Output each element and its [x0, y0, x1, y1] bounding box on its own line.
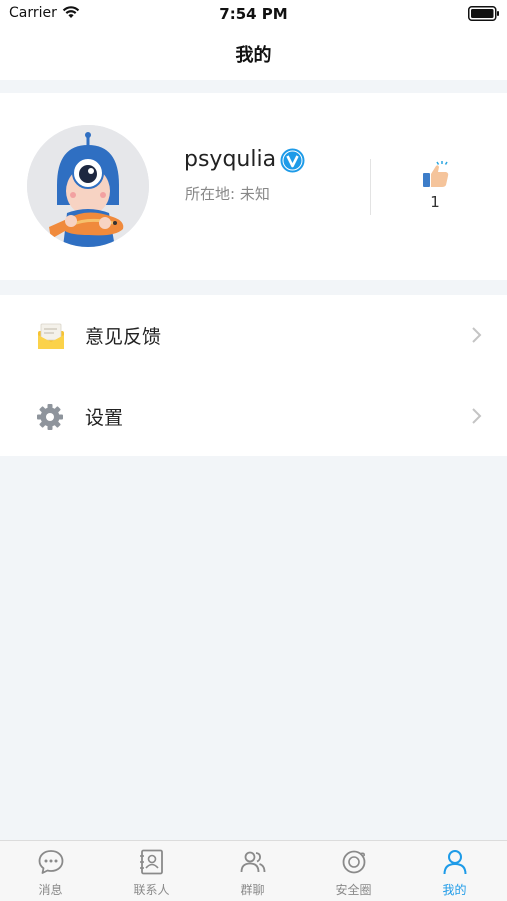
like-counter[interactable]: 1 [410, 161, 460, 211]
page-title: 我的 [235, 45, 272, 66]
like-count: 1 [430, 193, 440, 211]
person-icon [443, 850, 467, 875]
tab-label: 消息 [38, 883, 63, 897]
avatar[interactable] [27, 125, 149, 247]
tab-label: 我的 [442, 883, 467, 897]
chat-bubble-icon [38, 850, 64, 874]
verified-v-icon [280, 148, 305, 173]
menu-list: 意见反馈 设置 [0, 295, 507, 456]
planet-icon [342, 850, 366, 874]
navigation-bar: 我的 [0, 28, 507, 80]
username: psyqulia [184, 147, 277, 172]
tab-label: 群聊 [240, 883, 265, 897]
chevron-right-icon [472, 408, 482, 424]
tab-messages[interactable]: 消息 [0, 841, 101, 901]
status-bar: Carrier 7:54 PM [0, 0, 507, 28]
settings-label: 设置 [85, 407, 124, 429]
profile-divider [370, 159, 371, 215]
tab-bar: 消息 联系人 群聊 安全圈 我的 [0, 840, 507, 901]
group-icon [240, 851, 266, 873]
gear-icon [37, 404, 63, 430]
chevron-right-icon [472, 327, 482, 343]
status-time: 7:54 PM [219, 5, 288, 23]
contacts-book-icon [140, 849, 163, 875]
envelope-icon [38, 323, 64, 349]
profile-card[interactable]: psyqulia 所在地: 未知 1 [0, 93, 507, 280]
battery-icon [468, 6, 499, 21]
settings-menu-item[interactable]: 设置 [0, 376, 507, 456]
location-text: 所在地: 未知 [185, 185, 270, 203]
tab-me[interactable]: 我的 [404, 841, 505, 901]
feedback-label: 意见反馈 [85, 326, 162, 348]
tab-label: 联系人 [133, 883, 170, 897]
tab-contacts[interactable]: 联系人 [101, 841, 202, 901]
tab-safety-circle[interactable]: 安全圈 [303, 841, 404, 901]
thumbs-up-icon [423, 161, 449, 187]
tab-label: 安全圈 [335, 883, 372, 897]
tab-group-chat[interactable]: 群聊 [202, 841, 303, 901]
feedback-menu-item[interactable]: 意见反馈 [0, 295, 507, 375]
